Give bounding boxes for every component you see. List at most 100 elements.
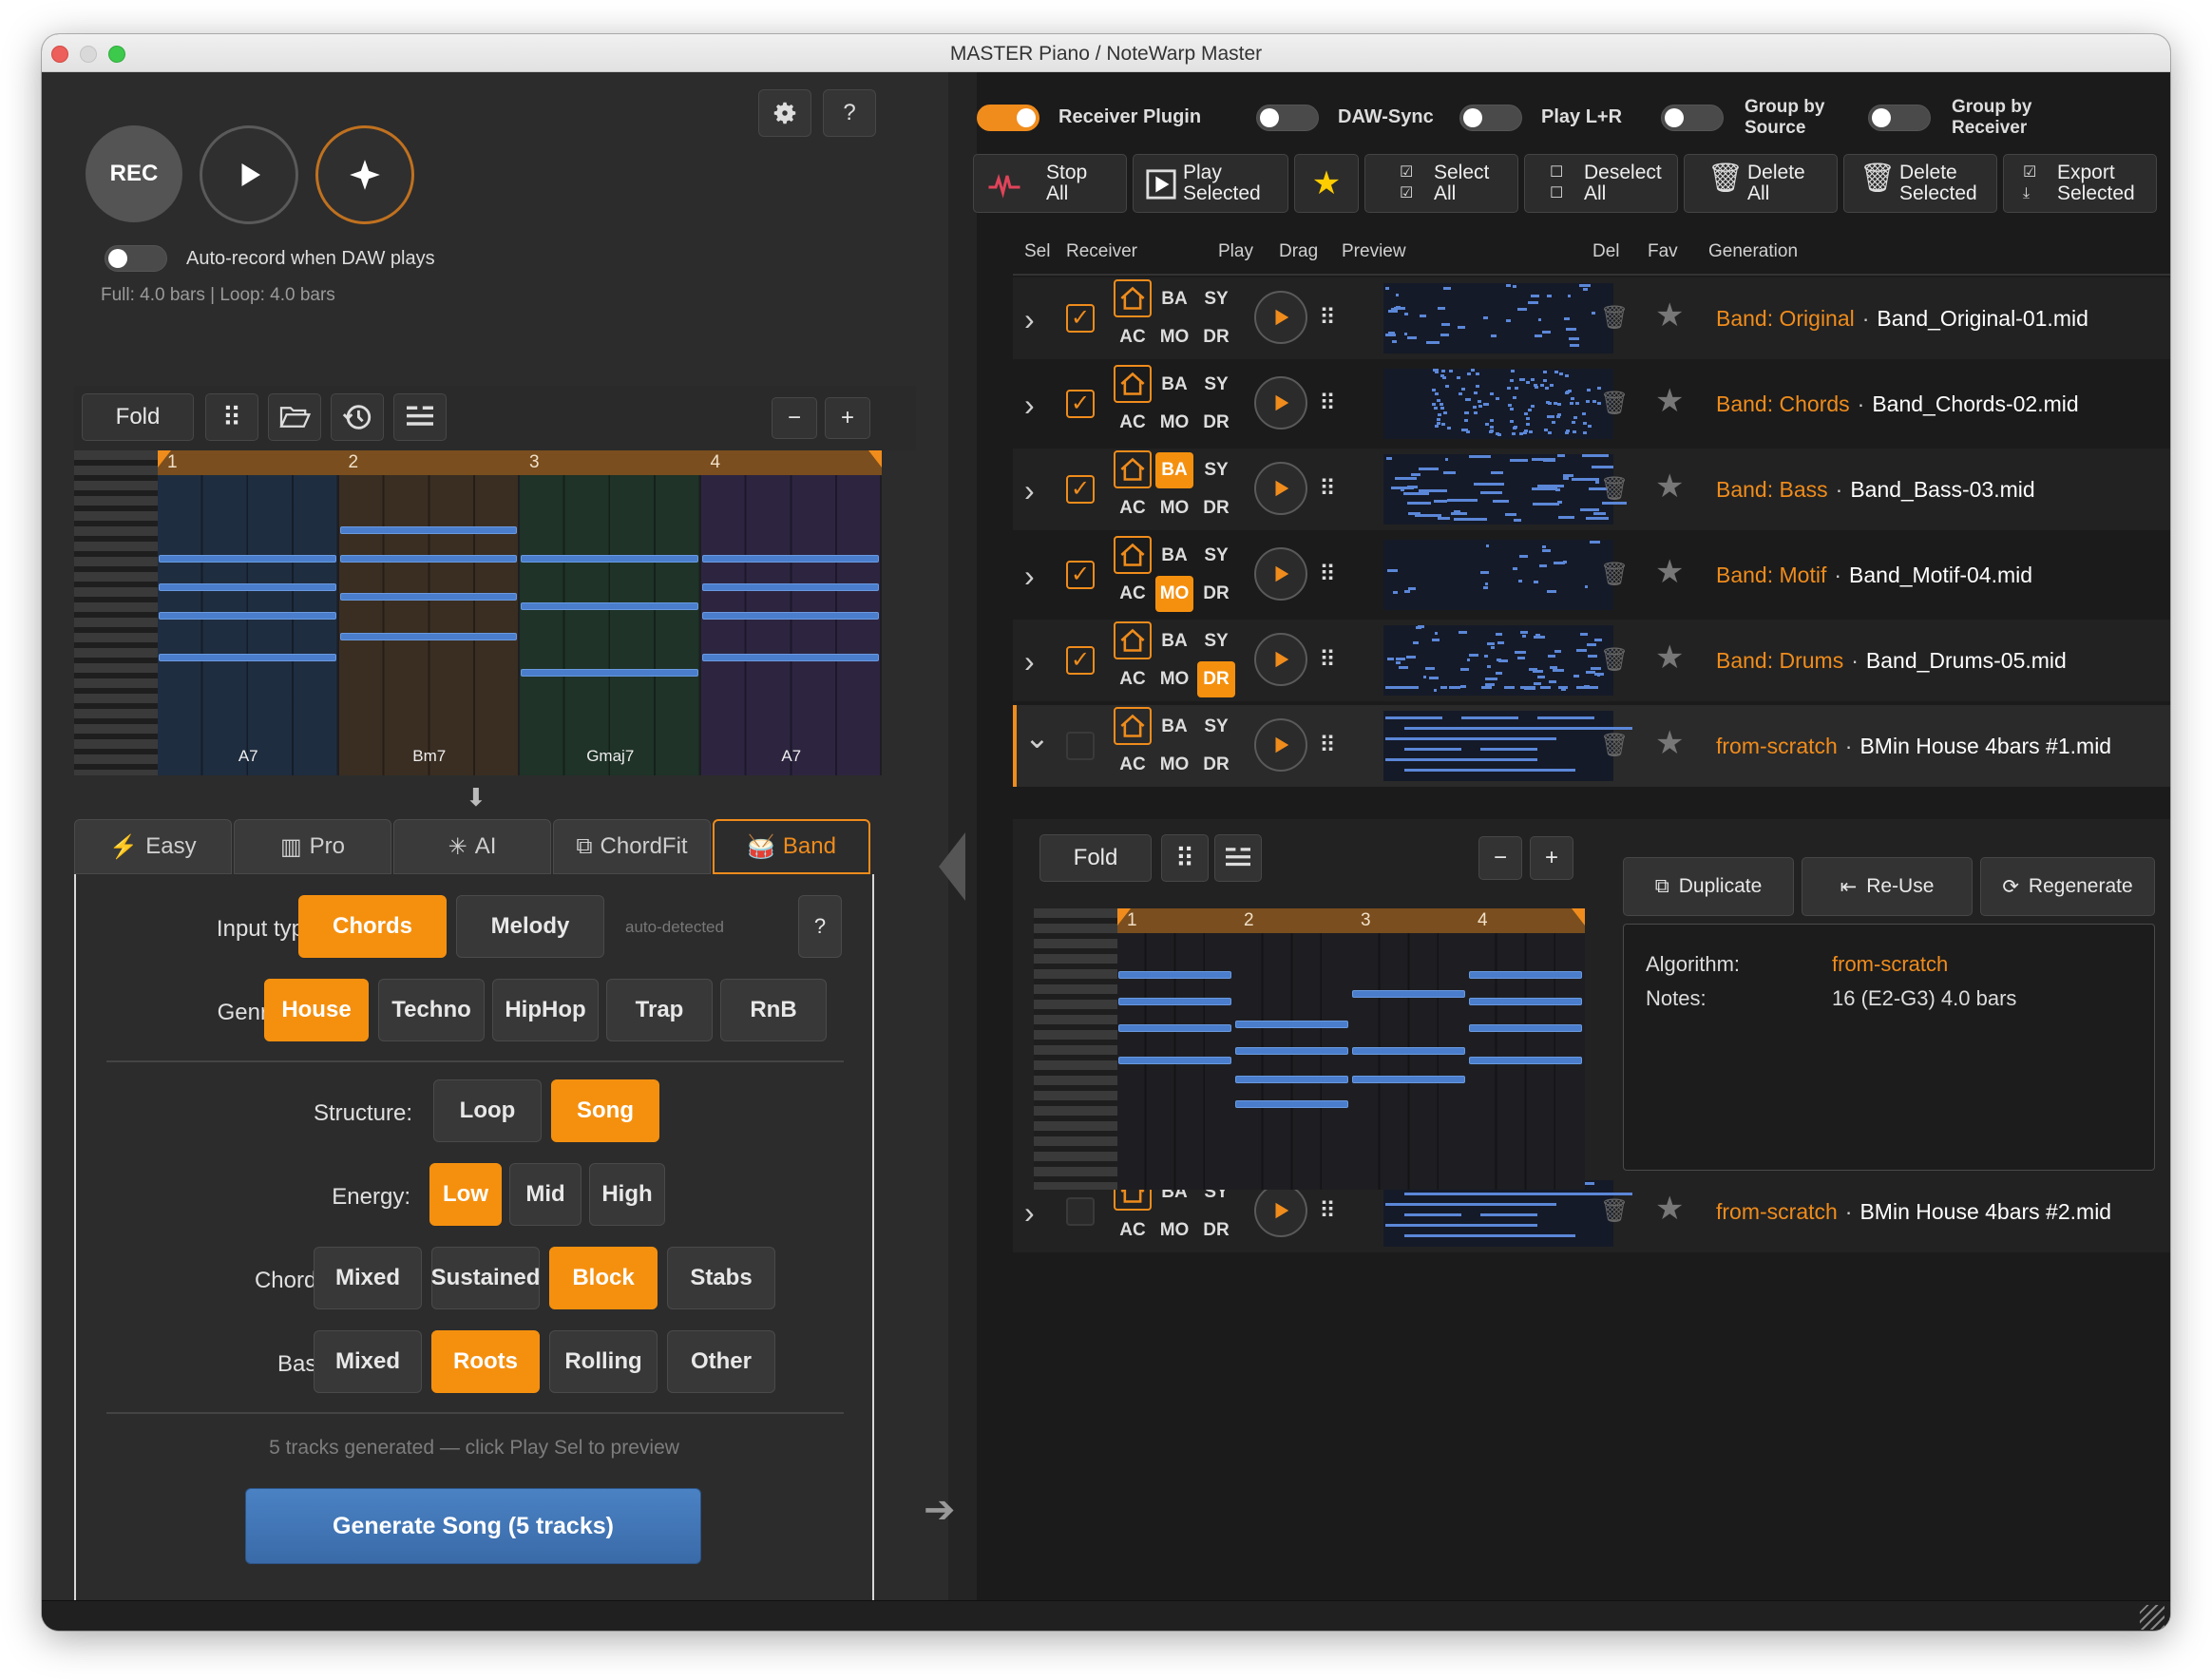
trash-icon[interactable]: 🗑 <box>1600 390 1629 417</box>
row-play-button[interactable] <box>1254 718 1307 772</box>
drag-handle[interactable]: ⠿ <box>1315 1195 1340 1228</box>
midi-note[interactable] <box>1235 1021 1348 1028</box>
genre-house-button[interactable]: House <box>264 979 369 1041</box>
midi-note[interactable] <box>1118 1057 1231 1064</box>
receiver-ba-button[interactable]: BA <box>1155 367 1193 403</box>
midi-note[interactable] <box>701 555 879 563</box>
receiver-dr-button[interactable]: DR <box>1197 1212 1235 1249</box>
midi-note[interactable] <box>1235 1100 1348 1108</box>
loop-end-marker[interactable] <box>1572 908 1585 926</box>
panel-divider[interactable]: ➔ <box>924 72 977 1631</box>
play-lr-toggle[interactable] <box>1459 105 1522 131</box>
drag-handle[interactable]: ⠿ <box>1315 388 1340 420</box>
grid-button[interactable]: ⠿ <box>205 393 258 441</box>
tab-easy[interactable]: ⚡ Easy <box>74 819 232 874</box>
genre-rnb-button[interactable]: RnB <box>720 979 827 1041</box>
deselect-all-button[interactable]: ☐ ☐ Deselect All <box>1524 154 1678 213</box>
genre-techno-button[interactable]: Techno <box>378 979 485 1041</box>
home-receiver-button[interactable] <box>1114 279 1152 317</box>
midi-note[interactable] <box>1118 1024 1231 1032</box>
rec-button[interactable]: REC <box>86 125 182 222</box>
star-icon[interactable]: ★ <box>1655 724 1684 762</box>
delete-selected-button[interactable]: 🗑 Delete Selected <box>1843 154 1997 213</box>
detail-zoom-in-button[interactable]: + <box>1530 836 1573 880</box>
chevron-right-icon[interactable]: › <box>1024 386 1047 424</box>
detail-piano-roll[interactable]: 1234 <box>1034 908 1585 1190</box>
midi-note[interactable] <box>1118 971 1231 979</box>
row-play-button[interactable] <box>1254 633 1307 686</box>
row-select-checkbox[interactable]: ✓ <box>1066 475 1095 504</box>
energy-mid-button[interactable]: Mid <box>509 1163 582 1226</box>
piano-roll[interactable]: 1 2 3 4 A7 Bm7 Gmaj7 A7 <box>74 450 882 775</box>
chevron-right-icon[interactable]: › <box>1024 1193 1047 1231</box>
loop-start-marker[interactable] <box>158 450 171 468</box>
row-select-checkbox[interactable] <box>1066 1197 1095 1226</box>
row-play-button[interactable] <box>1254 376 1307 430</box>
star-icon[interactable]: ★ <box>1655 468 1684 506</box>
resize-grip-icon[interactable] <box>2140 1605 2164 1630</box>
delete-all-button[interactable]: 🗑 Delete All <box>1684 154 1838 213</box>
midi-note[interactable] <box>339 593 517 601</box>
receiver-sy-button[interactable]: SY <box>1197 709 1235 745</box>
loop-end-marker[interactable] <box>868 450 882 468</box>
receiver-sy-button[interactable]: SY <box>1197 367 1235 403</box>
receiver-sy-button[interactable]: SY <box>1197 281 1235 317</box>
play-selected-button[interactable]: Play Selected <box>1133 154 1288 213</box>
tab-ai[interactable]: ✳ AI <box>393 819 551 874</box>
input-help-button[interactable]: ? <box>798 895 842 958</box>
drag-handle[interactable]: ⠿ <box>1315 559 1340 591</box>
detail-zoom-out-button[interactable]: − <box>1478 836 1522 880</box>
midi-note[interactable] <box>1118 998 1231 1005</box>
midi-note[interactable] <box>521 602 698 610</box>
midi-note[interactable] <box>339 555 517 563</box>
table-row[interactable]: › ✓ BA SY AC MO DR ⠿ 🗑 ★ Band: Drums · Band_Drums-05… <box>1013 620 2170 701</box>
row-select-checkbox[interactable] <box>1066 732 1095 760</box>
structure-loop-button[interactable]: Loop <box>433 1079 542 1142</box>
receiver-mo-button[interactable]: MO <box>1155 490 1193 526</box>
receiver-mo-button[interactable]: MO <box>1155 576 1193 612</box>
midi-note[interactable] <box>1235 1076 1348 1083</box>
star-icon[interactable]: ★ <box>1655 553 1684 591</box>
midi-note[interactable] <box>159 654 336 661</box>
duplicate-button[interactable]: ⧉ Duplicate <box>1623 857 1794 916</box>
regenerate-button[interactable]: ⟳ Regenerate <box>1980 857 2155 916</box>
table-row[interactable]: › ✓ BA SY AC MO DR ⠿ 🗑 ★ Band: Chords · Band_Chords-… <box>1013 363 2170 445</box>
chevron-right-icon[interactable]: › <box>1024 642 1047 680</box>
list-view-button[interactable] <box>393 393 447 441</box>
midi-note[interactable] <box>1352 1047 1465 1055</box>
row-select-checkbox[interactable]: ✓ <box>1066 646 1095 675</box>
collapse-left-icon[interactable] <box>939 832 965 901</box>
receiver-sy-button[interactable]: SY <box>1197 623 1235 659</box>
detail-fold-button[interactable]: Fold <box>1039 834 1152 882</box>
export-selected-button[interactable]: ☑ ⤓ Export Selected <box>2003 154 2157 213</box>
history-button[interactable] <box>331 393 384 441</box>
genre-trap-button[interactable]: Trap <box>606 979 713 1041</box>
group-by-receiver-toggle[interactable] <box>1868 105 1931 131</box>
row-select-checkbox[interactable]: ✓ <box>1066 561 1095 589</box>
receiver-sy-button[interactable]: SY <box>1197 538 1235 574</box>
reuse-button[interactable]: ⇤ Re-Use <box>1802 857 1973 916</box>
tab-chordfit[interactable]: ⧉ ChordFit <box>553 819 711 874</box>
group-by-source-toggle[interactable] <box>1661 105 1724 131</box>
receiver-plugin-toggle[interactable] <box>977 105 1039 131</box>
midi-note[interactable] <box>1352 1076 1465 1083</box>
zoom-in-button[interactable]: + <box>825 397 870 439</box>
table-row[interactable]: › ✓ BA SY AC MO DR ⠿ 🗑 ★ Band: Motif · Band_Motif-04… <box>1013 534 2170 616</box>
trash-icon[interactable]: 🗑 <box>1600 732 1629 759</box>
midi-note[interactable] <box>1235 1047 1348 1055</box>
receiver-ba-button[interactable]: BA <box>1155 281 1193 317</box>
receiver-ac-button[interactable]: AC <box>1114 1212 1152 1249</box>
chords-mixed-button[interactable]: Mixed <box>314 1247 422 1309</box>
receiver-dr-button[interactable]: DR <box>1197 405 1235 441</box>
midi-note[interactable] <box>1469 971 1582 979</box>
midi-note[interactable] <box>159 612 336 620</box>
drag-handle[interactable]: ⠿ <box>1315 302 1340 334</box>
receiver-mo-button[interactable]: MO <box>1155 405 1193 441</box>
bar-ruler[interactable] <box>1117 908 1585 933</box>
zoom-out-button[interactable]: − <box>772 397 817 439</box>
trash-icon[interactable]: 🗑 <box>1600 475 1629 503</box>
receiver-dr-button[interactable]: DR <box>1197 661 1235 697</box>
trash-icon[interactable]: 🗑 <box>1600 561 1629 588</box>
drag-handle[interactable]: ⠿ <box>1315 644 1340 677</box>
receiver-mo-button[interactable]: MO <box>1155 661 1193 697</box>
